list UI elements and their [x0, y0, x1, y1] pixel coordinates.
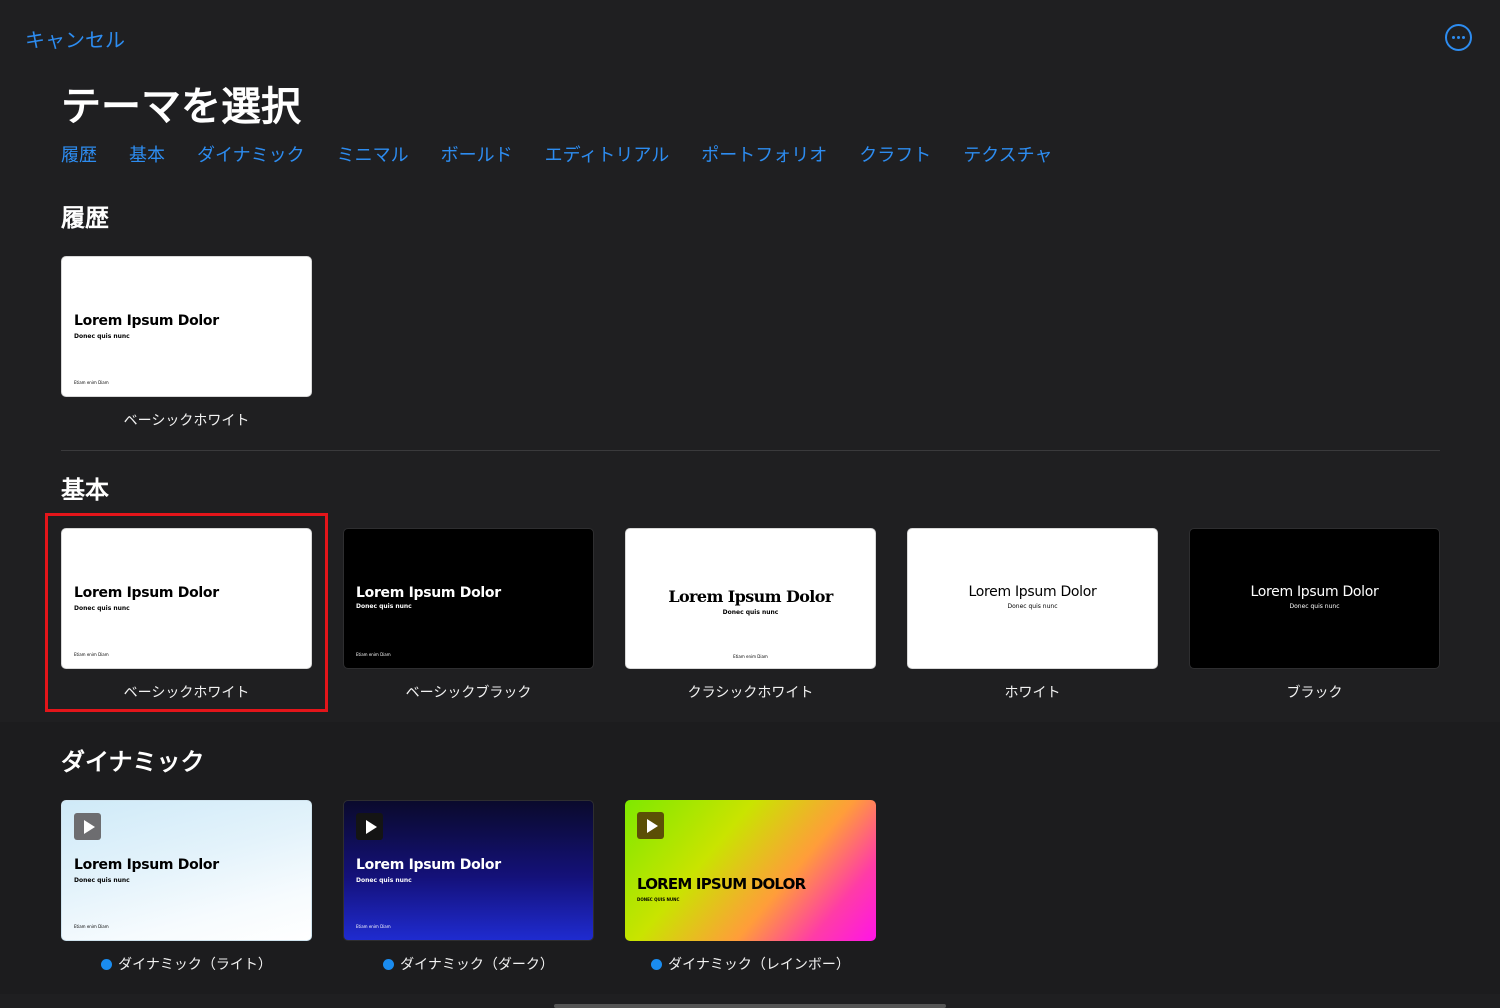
dynamic-indicator-dot — [651, 959, 663, 970]
thumb-footer: Etiam enim Diam — [74, 380, 109, 385]
theme-thumbnail-basic-white[interactable]: Lorem Ipsum Dolor Donec quis nunc Etiam … — [61, 528, 312, 669]
theme-label[interactable]: ベーシックブラック — [343, 682, 594, 702]
thumb-footer: Etiam enim Diam — [356, 924, 391, 929]
tab-editorial[interactable]: エディトリアル — [545, 141, 670, 167]
thumb-title: Lorem Ipsum Dolor — [968, 584, 1097, 600]
page-title: テーマを選択 — [61, 84, 301, 130]
tab-portfolio[interactable]: ポートフォリオ — [701, 141, 827, 167]
thumb-subtitle: Donec quis nunc — [722, 609, 779, 616]
tab-texture[interactable]: テクスチャ — [963, 141, 1052, 167]
theme-label[interactable]: ダイナミック（レインボー） — [625, 954, 876, 974]
theme-thumbnail-dynamic-light[interactable]: Lorem Ipsum Dolor Donec quis nunc Etiam … — [61, 800, 312, 941]
play-icon — [74, 813, 101, 840]
play-icon — [637, 812, 664, 839]
theme-label-text: ダイナミック（ダーク） — [400, 957, 554, 973]
theme-label[interactable]: ダイナミック（ダーク） — [343, 954, 594, 974]
theme-label-text: ダイナミック（レインボー） — [668, 957, 850, 973]
theme-thumbnail-classic-white[interactable]: Lorem Ipsum Dolor Donec quis nunc Etiam … — [625, 528, 876, 669]
thumb-subtitle: Donec quis nunc — [1289, 603, 1340, 610]
tab-minimal[interactable]: ミニマル — [337, 141, 409, 167]
theme-thumbnail-white[interactable]: Lorem Ipsum Dolor Donec quis nunc — [907, 528, 1158, 669]
section-title-dynamic: ダイナミック — [61, 748, 205, 776]
thumb-title: Lorem Ipsum Dolor — [74, 857, 219, 873]
thumb-footer: Etiam enim Diam — [74, 652, 109, 657]
tab-dynamic[interactable]: ダイナミック — [197, 141, 305, 167]
theme-thumbnail-dynamic-rainbow[interactable]: LOREM IPSUM DOLOR DONEC QUIS NUNC — [625, 800, 876, 941]
more-options-icon[interactable] — [1445, 24, 1472, 51]
thumb-subtitle: Donec quis nunc — [74, 333, 130, 340]
thumb-subtitle: Donec quis nunc — [74, 877, 130, 884]
theme-thumbnail-recent-basic-white[interactable]: Lorem Ipsum Dolor Donec quis nunc Etiam … — [61, 256, 312, 397]
theme-label[interactable]: ブラック — [1189, 682, 1440, 702]
tab-recent[interactable]: 履歴 — [61, 141, 97, 167]
tab-craft[interactable]: クラフト — [859, 141, 931, 167]
thumb-subtitle: Donec quis nunc — [1007, 603, 1058, 610]
dynamic-indicator-dot — [383, 959, 395, 970]
section-title-basic: 基本 — [61, 476, 109, 504]
thumb-footer: Etiam enim Diam — [74, 924, 109, 929]
section-divider — [61, 450, 1440, 451]
theme-label[interactable]: ホワイト — [907, 682, 1158, 702]
thumb-subtitle: Donec quis nunc — [74, 605, 130, 612]
thumb-subtitle: Donec quis nunc — [356, 603, 412, 610]
thumb-subtitle: Donec quis nunc — [356, 877, 412, 884]
thumb-title: Lorem Ipsum Dolor — [356, 585, 501, 601]
home-indicator — [554, 1004, 946, 1008]
play-icon — [356, 813, 383, 840]
cancel-button[interactable]: キャンセル — [25, 24, 125, 53]
dynamic-indicator-dot — [101, 959, 113, 970]
theme-thumbnail-black[interactable]: Lorem Ipsum Dolor Donec quis nunc — [1189, 528, 1440, 669]
theme-thumbnail-dynamic-dark[interactable]: Lorem Ipsum Dolor Donec quis nunc Etiam … — [343, 800, 594, 941]
thumb-title: Lorem Ipsum Dolor — [74, 313, 219, 329]
theme-label[interactable]: クラシックホワイト — [625, 682, 876, 702]
category-tabs: 履歴 基本 ダイナミック ミニマル ボールド エディトリアル ポートフォリオ ク… — [61, 141, 1052, 167]
theme-label[interactable]: ベーシックホワイト — [61, 410, 312, 430]
thumb-title: LOREM IPSUM DOLOR — [637, 875, 806, 893]
theme-label-text: ダイナミック（ライト） — [118, 957, 272, 973]
thumb-title: Lorem Ipsum Dolor — [74, 585, 219, 601]
theme-thumbnail-basic-black[interactable]: Lorem Ipsum Dolor Donec quis nunc Etiam … — [343, 528, 594, 669]
theme-label[interactable]: ダイナミック（ライト） — [61, 954, 312, 974]
thumb-footer: Etiam enim Diam — [356, 652, 391, 657]
thumb-title: Lorem Ipsum Dolor — [356, 857, 501, 873]
thumb-subtitle: DONEC QUIS NUNC — [637, 897, 680, 902]
tab-basic[interactable]: 基本 — [129, 141, 165, 167]
tab-bold[interactable]: ボールド — [441, 141, 513, 167]
section-title-recent: 履歴 — [61, 204, 109, 232]
thumb-title: Lorem Ipsum Dolor — [668, 587, 833, 606]
thumb-footer: Etiam enim Diam — [733, 654, 768, 659]
theme-label[interactable]: ベーシックホワイト — [61, 682, 312, 702]
thumb-title: Lorem Ipsum Dolor — [1250, 584, 1379, 600]
